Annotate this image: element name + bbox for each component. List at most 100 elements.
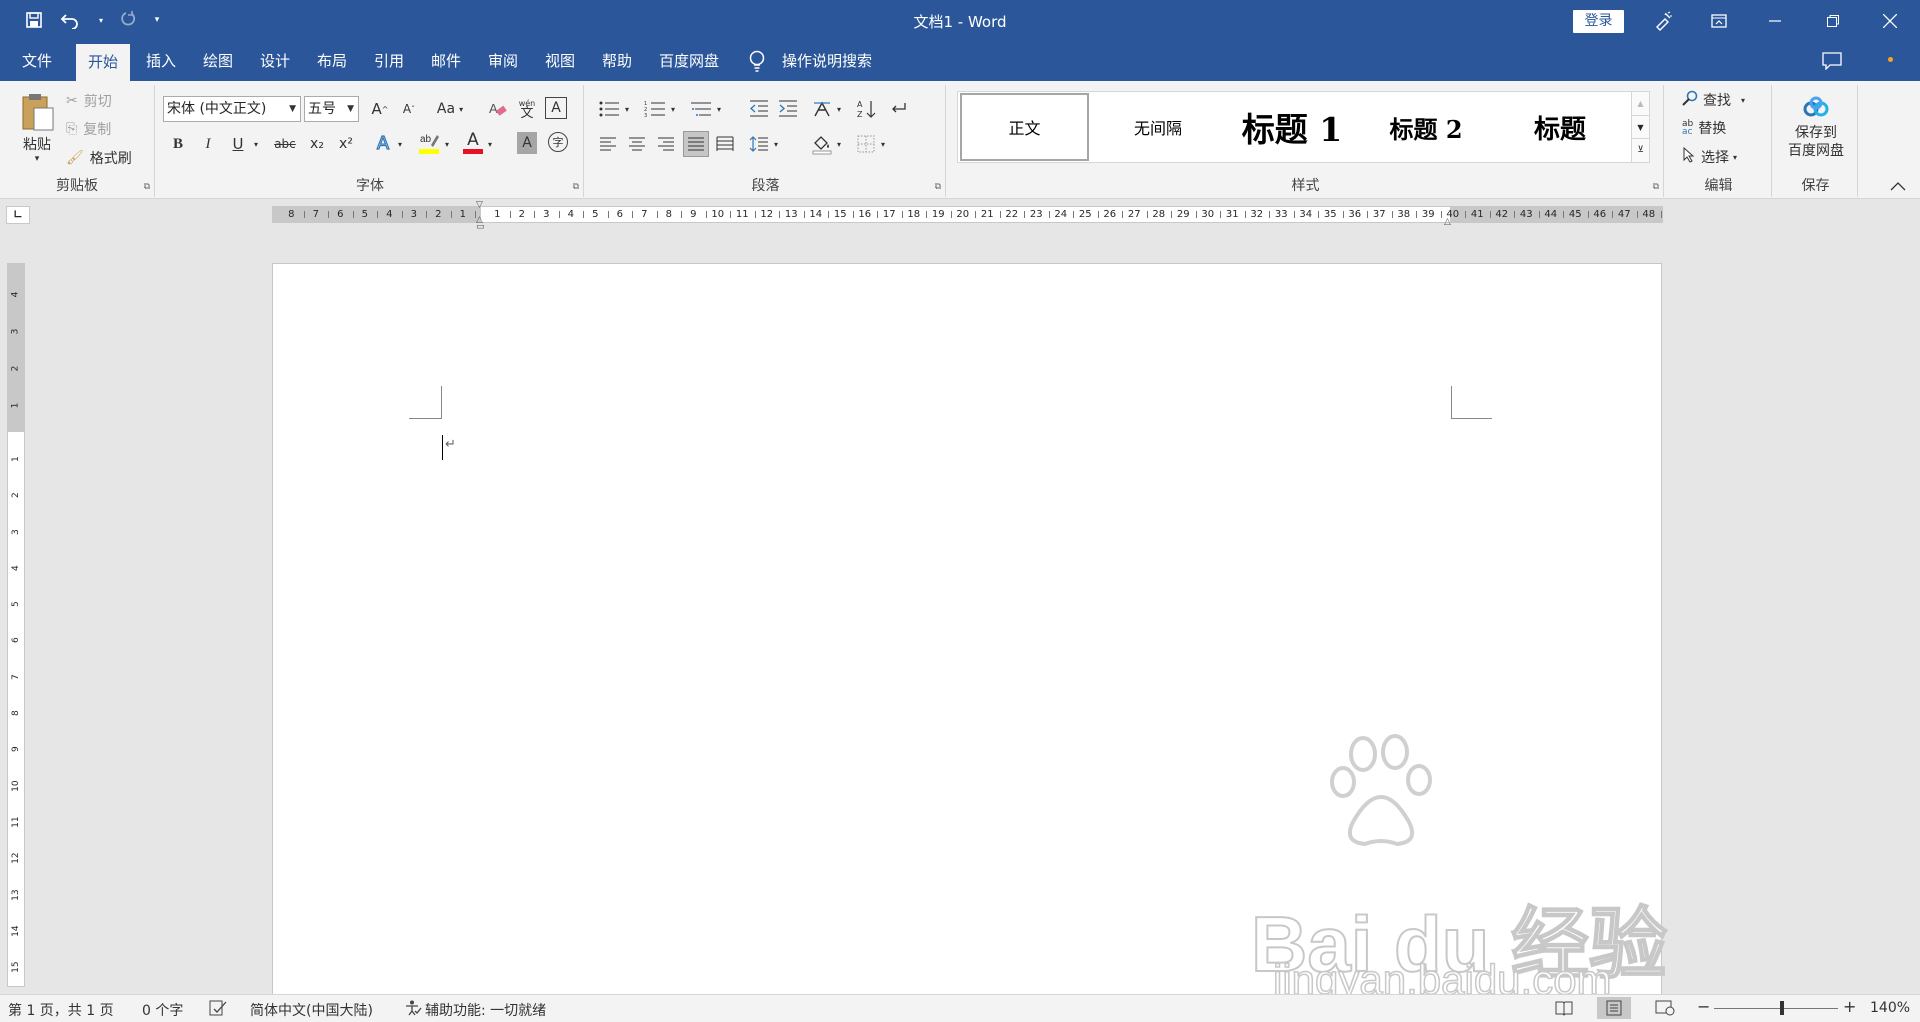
numbering-button[interactable]: 123 <box>642 98 668 120</box>
zoom-slider-thumb[interactable] <box>1780 1001 1785 1015</box>
superscript-button[interactable]: x² <box>334 132 358 156</box>
character-shading-button[interactable]: A <box>517 132 537 154</box>
tab-home[interactable]: 开始 <box>76 41 131 81</box>
format-painter-button[interactable]: 🖌 格式刷 <box>66 148 132 168</box>
paste-dropdown-icon[interactable]: ▾ <box>35 154 40 164</box>
proofing-icon[interactable] <box>209 1000 227 1020</box>
align-left-button[interactable] <box>596 133 620 155</box>
font-size-dropdown-icon[interactable]: ▼ <box>347 97 354 121</box>
document-page[interactable]: ↵ Bai du 经验 jingyan.baidu.com <box>272 263 1668 1004</box>
borders-button[interactable] <box>854 133 878 155</box>
accessibility-status[interactable]: 辅助功能: 一切就绪 <box>425 1000 546 1020</box>
styles-more-icon[interactable]: ⊻ <box>1632 138 1649 160</box>
numbering-dropdown-icon[interactable]: ▾ <box>668 98 678 120</box>
styles-scroll-down-icon[interactable]: ▼ <box>1632 115 1649 138</box>
asian-layout-dropdown-icon[interactable]: ▾ <box>834 98 844 120</box>
read-mode-icon[interactable] <box>1555 1000 1573 1020</box>
strikethrough-button[interactable]: abc <box>271 132 299 156</box>
paragraph-launcher-icon[interactable]: ⧉ <box>935 182 941 192</box>
underline-button[interactable]: U <box>227 132 249 156</box>
styles-launcher-icon[interactable]: ⧉ <box>1653 182 1659 192</box>
tab-insert[interactable]: 插入 <box>144 41 178 81</box>
find-button[interactable]: 查找 ▾ <box>1682 89 1745 111</box>
replace-button[interactable]: ab ac 替换 <box>1682 117 1726 139</box>
collapse-ribbon-icon[interactable] <box>1890 179 1906 195</box>
line-spacing-dropdown-icon[interactable]: ▾ <box>771 133 781 155</box>
underline-dropdown-icon[interactable]: ▾ <box>251 132 261 156</box>
font-color-button[interactable]: A <box>462 128 484 156</box>
phonetic-guide-button[interactable]: wén 文 <box>515 98 539 120</box>
cut-button[interactable]: ✂ 剪切 <box>66 91 112 111</box>
language-status[interactable]: 简体中文(中国大陆) <box>250 1000 373 1020</box>
multilevel-list-button[interactable] <box>688 98 714 120</box>
zoom-in-icon[interactable]: + <box>1843 997 1856 1016</box>
save-to-baidu-button[interactable]: 保存到 百度网盘 <box>1776 91 1856 165</box>
restore-icon[interactable] <box>1805 0 1861 41</box>
login-button[interactable]: 登录 <box>1573 10 1624 33</box>
italic-button[interactable]: I <box>197 132 219 156</box>
borders-dropdown-icon[interactable]: ▾ <box>878 133 888 155</box>
shrink-font-button[interactable]: Aˇ <box>397 98 421 120</box>
style-heading-1[interactable]: 标题 1 <box>1225 92 1359 162</box>
zoom-slider[interactable] <box>1714 1008 1838 1009</box>
minimize-icon[interactable] <box>1747 0 1803 41</box>
page-count[interactable]: 第 1 页，共 1 页 <box>8 1000 114 1020</box>
tab-references[interactable]: 引用 <box>372 41 406 81</box>
style-title[interactable]: 标题 <box>1493 92 1627 162</box>
tab-baidu-netdisk[interactable]: 百度网盘 <box>657 41 721 81</box>
ribbon-display-options-icon[interactable] <box>1691 0 1747 41</box>
text-effects-button[interactable]: A <box>372 131 394 155</box>
bold-button[interactable]: B <box>167 132 189 156</box>
asian-layout-button[interactable] <box>810 98 834 120</box>
decrease-indent-button[interactable] <box>747 98 771 120</box>
hanging-indent-marker[interactable]: △ ▭ <box>476 216 485 232</box>
select-button[interactable]: 选择 ▾ <box>1682 146 1737 168</box>
sort-button[interactable]: AZ <box>855 98 879 120</box>
highlight-button[interactable]: ab <box>417 130 441 156</box>
style-no-spacing[interactable]: 无间隔 <box>1091 92 1225 162</box>
character-border-button[interactable]: A <box>545 97 567 119</box>
show-hide-marks-button[interactable] <box>886 98 910 120</box>
text-effects-dropdown-icon[interactable]: ▾ <box>395 132 405 156</box>
tab-file[interactable]: 文件 <box>20 41 54 81</box>
tell-me-search[interactable]: 操作说明搜索 <box>780 41 874 81</box>
zoom-out-icon[interactable]: − <box>1697 997 1710 1016</box>
font-name-combo[interactable]: 宋体 (中文正文) ▼ <box>163 96 301 122</box>
bullets-dropdown-icon[interactable]: ▾ <box>622 98 632 120</box>
word-count[interactable]: 0 个字 <box>142 1000 183 1020</box>
copy-button[interactable]: ⎘ 复制 <box>66 119 111 139</box>
tab-draw[interactable]: 绘图 <box>201 41 235 81</box>
first-line-indent-marker[interactable]: ▽ <box>476 201 483 210</box>
font-color-dropdown-icon[interactable]: ▾ <box>485 132 495 156</box>
styles-scroll-up-icon[interactable]: ▲ <box>1632 92 1649 115</box>
select-dropdown-icon[interactable]: ▾ <box>1733 153 1737 162</box>
line-spacing-button[interactable] <box>747 133 771 155</box>
comments-icon[interactable] <box>1822 52 1842 74</box>
shading-button[interactable] <box>810 131 834 157</box>
enclose-characters-button[interactable]: 字 <box>548 132 568 152</box>
zoom-level[interactable]: 140% <box>1870 1000 1910 1016</box>
tab-review[interactable]: 审阅 <box>486 41 520 81</box>
find-dropdown-icon[interactable]: ▾ <box>1741 96 1745 105</box>
clipboard-launcher-icon[interactable]: ⧉ <box>144 182 150 192</box>
close-icon[interactable] <box>1862 0 1918 41</box>
right-indent-marker[interactable]: △ <box>1444 217 1451 227</box>
tab-mailings[interactable]: 邮件 <box>429 41 463 81</box>
tab-layout[interactable]: 布局 <box>315 41 349 81</box>
align-center-button[interactable] <box>625 133 649 155</box>
style-normal[interactable]: 正文 <box>960 93 1089 161</box>
font-name-dropdown-icon[interactable]: ▼ <box>289 97 296 121</box>
align-right-button[interactable] <box>654 133 678 155</box>
clear-formatting-button[interactable]: A <box>486 98 510 120</box>
subscript-button[interactable]: x₂ <box>305 132 329 156</box>
tab-design[interactable]: 设计 <box>258 41 292 81</box>
tab-selector-icon[interactable]: ∟ <box>6 206 30 224</box>
highlight-dropdown-icon[interactable]: ▾ <box>442 132 452 156</box>
vertical-ruler[interactable]: 4321 1 2 3 4 5 6 7 8 9 10 11 12 13 14 15 <box>7 263 25 987</box>
print-layout-icon[interactable] <box>1597 997 1631 1019</box>
change-case-button[interactable]: Aa ▾ <box>432 98 468 120</box>
multilevel-list-dropdown-icon[interactable]: ▾ <box>714 98 724 120</box>
web-layout-icon[interactable] <box>1655 1000 1675 1020</box>
pen-icon[interactable] <box>1635 0 1691 41</box>
bullets-button[interactable] <box>596 98 622 120</box>
